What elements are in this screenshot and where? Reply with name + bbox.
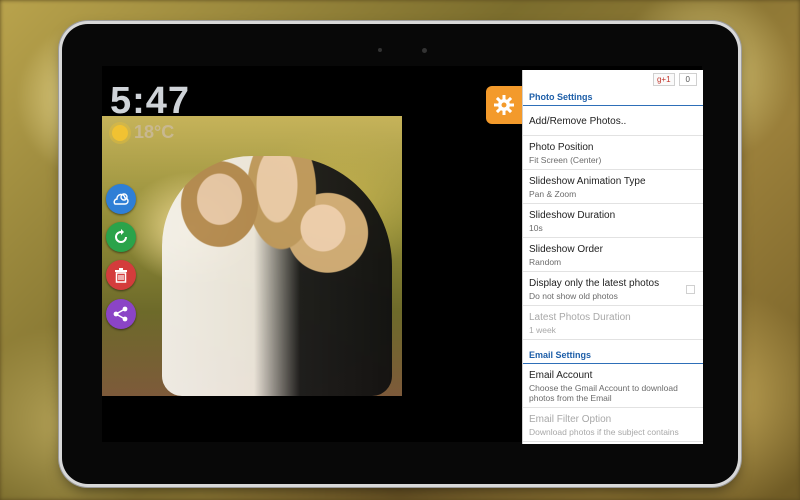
temperature: 18°C (134, 122, 175, 142)
setting-title: Photo Position (529, 142, 594, 153)
sun-icon (112, 124, 128, 141)
gplus-row: g+1 0 (523, 70, 703, 88)
trash-icon (115, 268, 127, 283)
setting-email-filter: Email Filter Option Download photos if t… (523, 408, 703, 442)
settings-panel: g+1 0 Photo Settings Add/Remove Photos..… (522, 70, 703, 444)
setting-title: Slideshow Duration (529, 210, 616, 221)
weather-widget: 18°C (112, 122, 174, 143)
gear-icon (494, 95, 514, 115)
setting-add-remove-photos[interactable]: Add/Remove Photos.. (523, 106, 703, 136)
share-button[interactable] (106, 299, 136, 329)
weather-button[interactable] (106, 184, 136, 214)
setting-value: Pan & Zoom (529, 189, 577, 199)
setting-title: Email Account (529, 370, 593, 381)
setting-value: Choose the Gmail Account to download pho… (529, 383, 678, 403)
setting-value: 1 week (529, 325, 556, 335)
refresh-icon (115, 229, 127, 243)
photo-settings-header: Photo Settings (523, 88, 703, 106)
setting-photo-position[interactable]: Photo Position Fit Screen (Center) (523, 136, 703, 170)
camera-lens (422, 48, 427, 53)
setting-value: Do not show old photos (529, 291, 618, 301)
setting-title: Display only the latest photos (529, 278, 660, 289)
setting-animation-type[interactable]: Slideshow Animation Type Pan & Zoom (523, 170, 703, 204)
setting-email-account[interactable]: Email Account Choose the Gmail Account t… (523, 364, 703, 408)
setting-latest-photos-only[interactable]: Display only the latest photos Do not sh… (523, 272, 703, 306)
setting-value: 10s (529, 223, 543, 233)
slideshow-photo (102, 116, 402, 396)
setting-slideshow-duration[interactable]: Slideshow Duration 10s (523, 204, 703, 238)
setting-value: Random (529, 257, 562, 267)
settings-tab-button[interactable] (486, 86, 522, 124)
refresh-button[interactable] (106, 222, 136, 252)
setting-title: Slideshow Order (529, 244, 603, 255)
setting-value: Download photos if the subject contains (529, 427, 679, 437)
photo-subject (162, 156, 392, 396)
setting-title: Latest Photos Duration (529, 312, 631, 323)
weather-icon (113, 193, 129, 205)
camera-dot (378, 48, 382, 52)
delete-button[interactable] (106, 260, 136, 290)
setting-value: Fit Screen (Center) (529, 155, 602, 165)
clock-time: 5:47 (110, 80, 191, 122)
setting-title: Slideshow Animation Type (529, 176, 646, 187)
setting-title: Email Filter Option (529, 414, 612, 425)
setting-slideshow-order[interactable]: Slideshow Order Random (523, 238, 703, 272)
share-icon (113, 306, 128, 322)
latest-photos-checkbox[interactable] (686, 285, 695, 294)
gplus-button[interactable]: g+1 (652, 72, 675, 86)
setting-title: Add/Remove Photos.. (529, 116, 627, 127)
setting-latest-photos-duration: Latest Photos Duration 1 week (523, 306, 703, 340)
gplus-count: 0 (678, 72, 697, 86)
email-settings-header: Email Settings (523, 346, 703, 364)
